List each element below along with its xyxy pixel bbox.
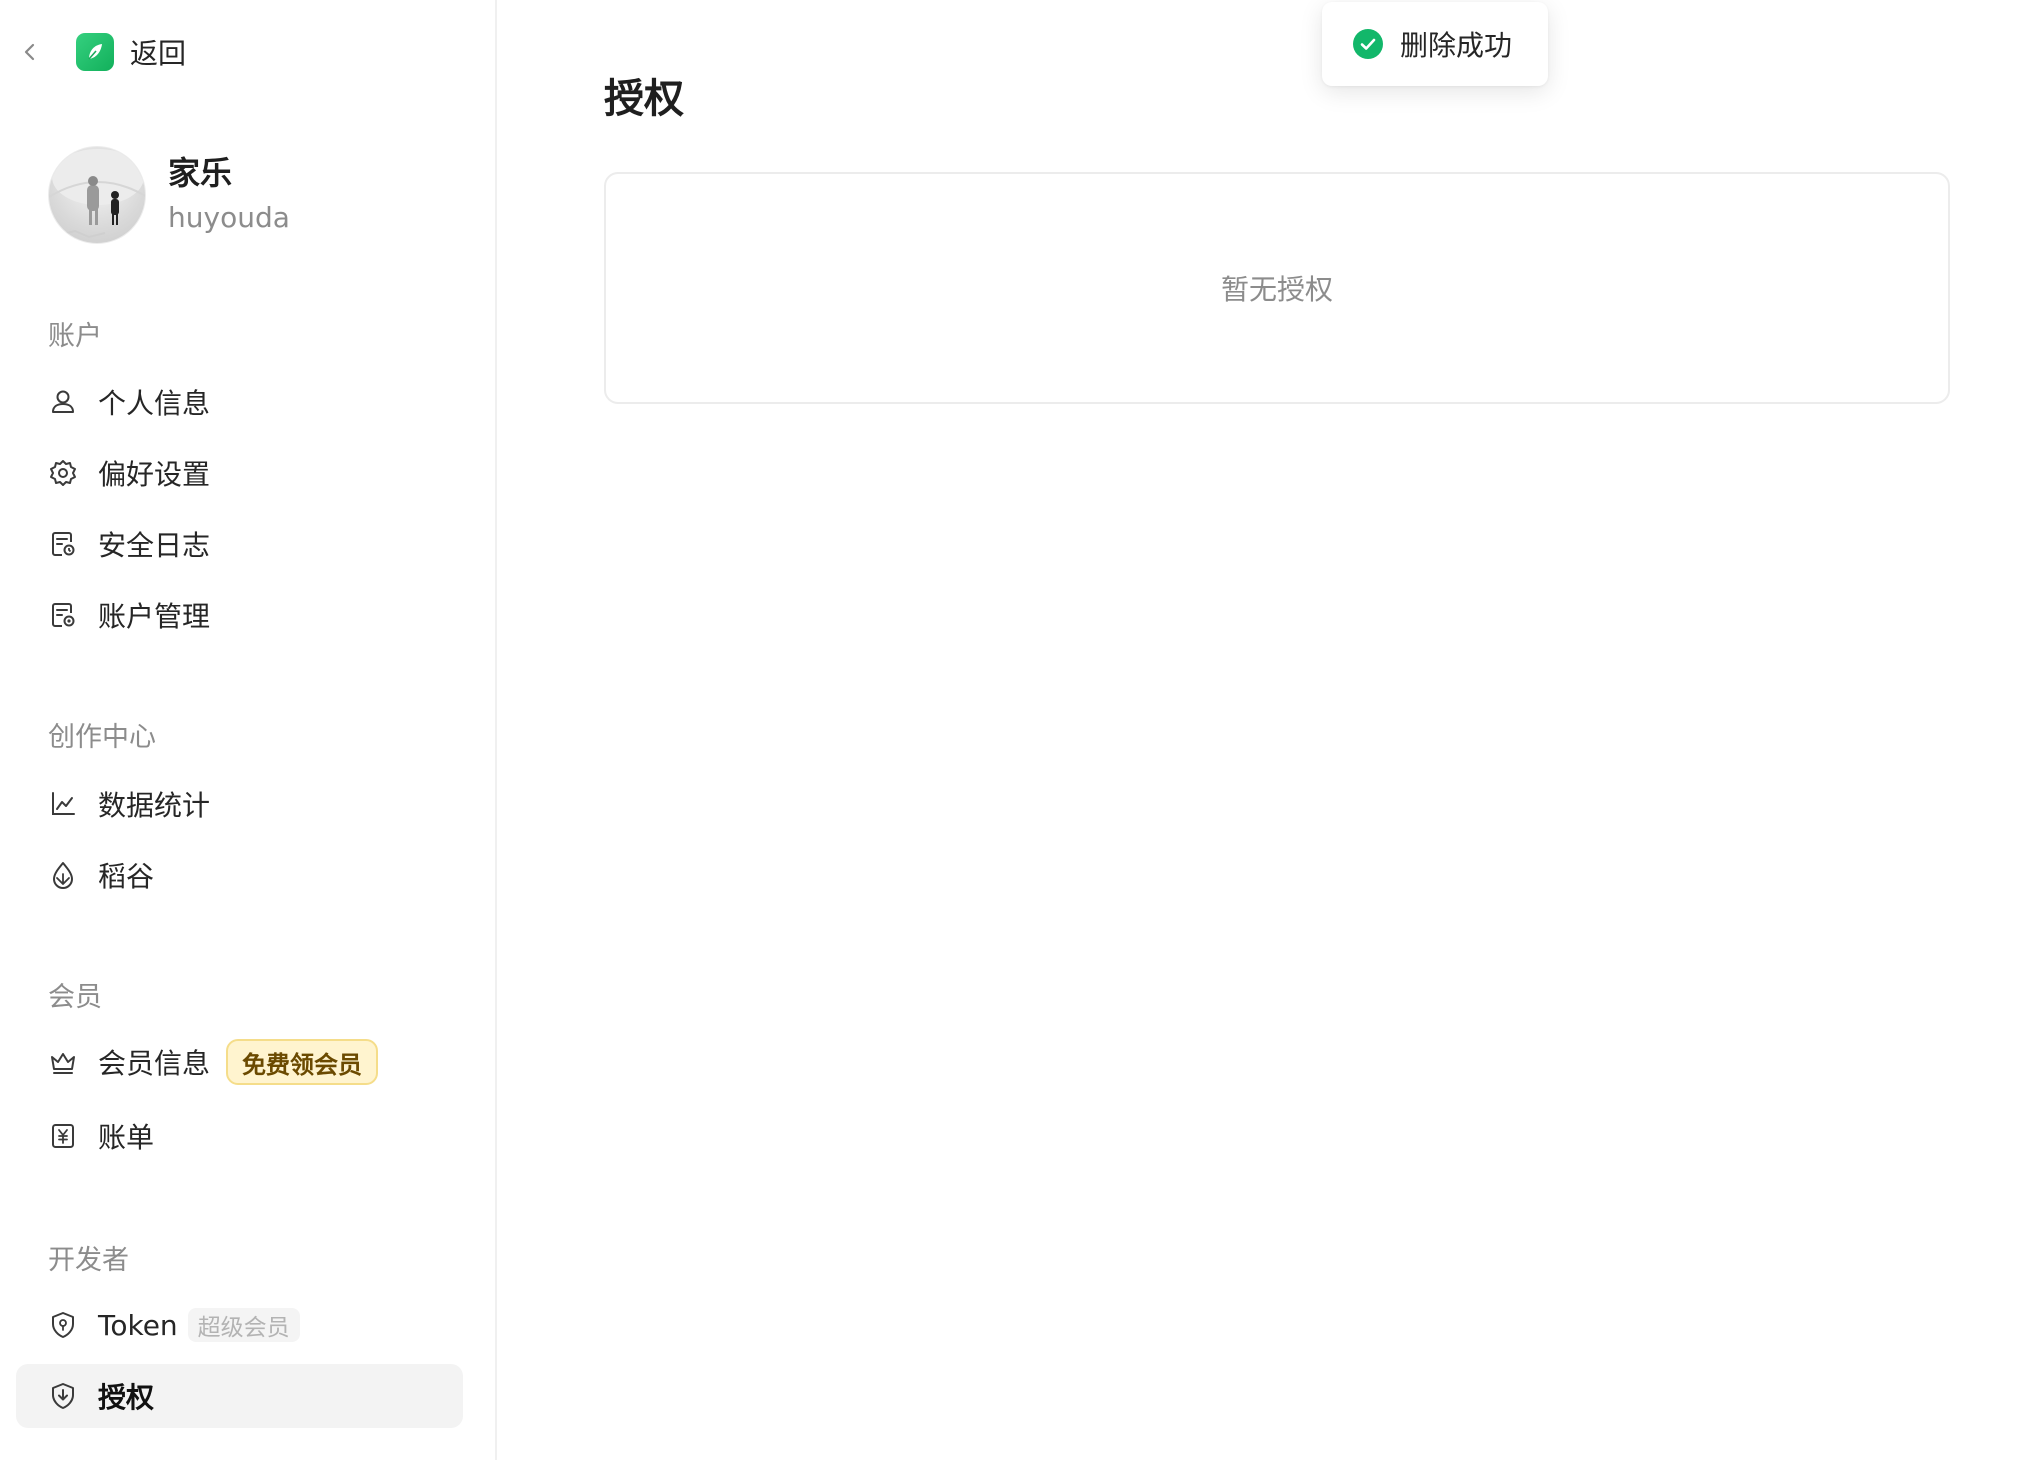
yen-icon <box>52 1124 74 1148</box>
empty-state-text: 暂无授权 <box>1220 273 1333 306</box>
free-membership-badge[interactable]: 免费领会员 <box>226 1039 379 1085</box>
sidebar-item-label: 安全日志 <box>98 529 211 562</box>
shield-icon <box>52 1312 74 1338</box>
sidebar: 返回 家乐 huyouda 账户 个人信息 偏好设置 安全日志 账户管理 创作中… <box>0 0 497 1460</box>
log-icon <box>52 532 75 556</box>
sidebar-item-membership[interactable]: 会员信息 免费领会员 <box>16 1030 463 1094</box>
gear-icon <box>50 460 76 486</box>
sidebar-item-label: 账单 <box>98 1121 155 1154</box>
sidebar-item-label: 个人信息 <box>98 387 211 420</box>
success-toast: 删除成功 <box>1322 2 1548 86</box>
back-label[interactable]: 返回 <box>130 32 186 72</box>
check-circle-icon <box>1353 29 1383 59</box>
crown-icon <box>51 1053 75 1074</box>
section-title-developer: 开发者 <box>48 1245 129 1276</box>
sidebar-item-label: 会员信息 <box>98 1047 211 1080</box>
user-icon <box>52 390 74 413</box>
sidebar-item-label: 账户管理 <box>98 600 211 633</box>
avatar[interactable] <box>48 146 146 244</box>
chevron-left-icon[interactable] <box>20 42 40 62</box>
sidebar-item-bills[interactable]: 账单 <box>16 1104 463 1168</box>
profile-text: 家乐 huyouda <box>168 152 290 238</box>
sidebar-item-label: 数据统计 <box>98 789 211 822</box>
chart-icon <box>52 792 75 815</box>
authorize-icon <box>52 1383 74 1409</box>
profile-name: 家乐 <box>168 154 233 192</box>
super-member-badge: 超级会员 <box>187 1308 300 1342</box>
grain-icon <box>53 862 73 889</box>
sidebar-item-label: Token <box>98 1308 178 1342</box>
authorization-list-empty: 暂无授权 <box>604 172 1950 404</box>
profile-username: huyouda <box>168 201 290 234</box>
account-manage-icon <box>52 603 75 627</box>
profile: 家乐 huyouda <box>48 146 290 244</box>
sidebar-item-account-manage[interactable]: 账户管理 <box>16 583 463 647</box>
app-root: 返回 家乐 huyouda 账户 个人信息 偏好设置 安全日志 账户管理 创作中… <box>0 0 2034 1460</box>
sidebar-item-profile[interactable]: 个人信息 <box>16 370 463 434</box>
sidebar-item-label: 偏好设置 <box>98 458 211 491</box>
page-title: 授权 <box>604 76 684 122</box>
sidebar-item-stats[interactable]: 数据统计 <box>16 772 463 836</box>
app-logo-icon <box>76 33 114 71</box>
sidebar-item-authorize[interactable]: 授权 <box>16 1364 463 1428</box>
sidebar-item-token[interactable]: Token 超级会员 <box>16 1293 463 1357</box>
sidebar-item-preferences[interactable]: 偏好设置 <box>16 441 463 505</box>
section-title-creation: 创作中心 <box>48 722 156 753</box>
sidebar-item-grain[interactable]: 稻谷 <box>16 843 463 907</box>
back-button[interactable]: 返回 <box>20 28 186 76</box>
sidebar-item-label: 授权 <box>98 1381 155 1414</box>
sidebar-item-security-log[interactable]: 安全日志 <box>16 512 463 576</box>
sidebar-item-label: 稻谷 <box>98 860 155 893</box>
section-title-membership: 会员 <box>48 982 102 1013</box>
toast-message: 删除成功 <box>1400 29 1513 62</box>
section-title-account: 账户 <box>48 321 102 352</box>
